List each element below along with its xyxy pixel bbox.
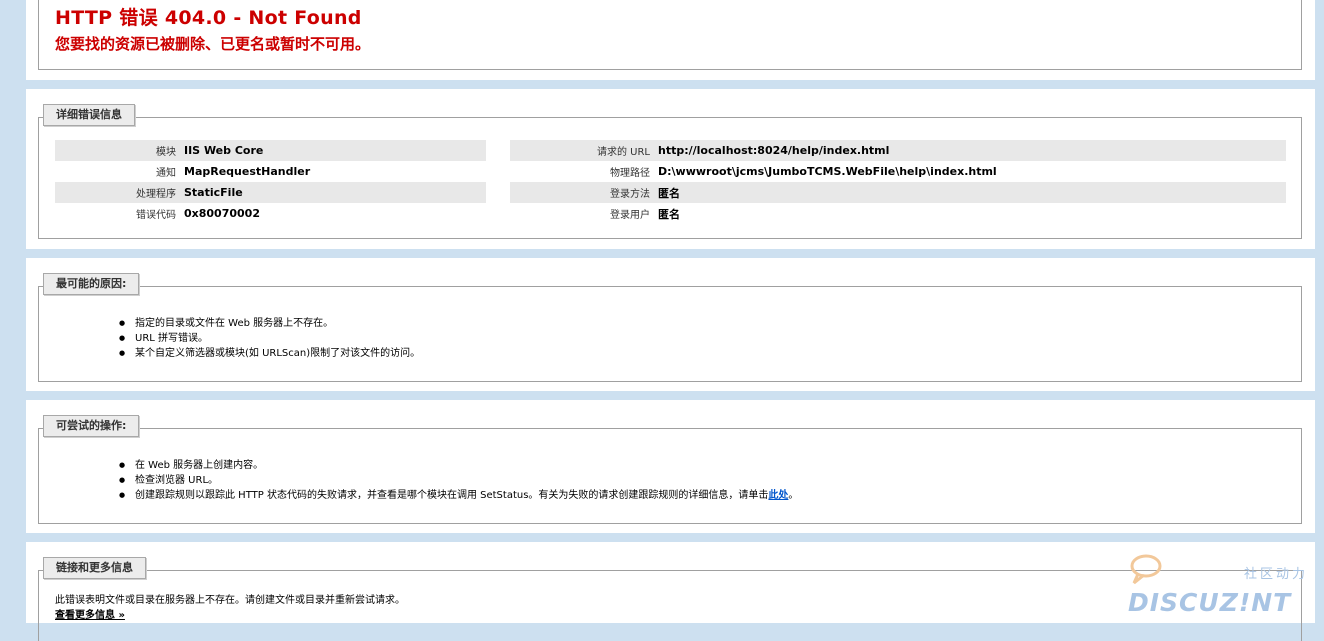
row-label: 处理程序: [55, 182, 184, 203]
table-row: 物理路径 D:\wwwroot\jcms\JumboTCMS.WebFile\h…: [510, 161, 1286, 182]
header-panel: HTTP 错误 404.0 - Not Found 您要找的资源已被删除、已更名…: [26, 0, 1315, 80]
discuz-watermark: 社区动力 DISCUZ!NT: [1128, 553, 1308, 617]
row-label: 请求的 URL: [510, 140, 658, 161]
list-item: 指定的目录或文件在 Web 服务器上不存在。: [119, 316, 420, 331]
actions-fieldset: 可尝试的操作: 在 Web 服务器上创建内容。 检查浏览器 URL。 创建跟踪规…: [38, 415, 1302, 524]
links-text: 此错误表明文件或目录在服务器上不存在。请创建文件或目录并重新尝试请求。: [55, 595, 405, 606]
trace-rule-link[interactable]: 此处: [768, 490, 788, 501]
watermark-text: DISCUZ!NT: [1128, 588, 1292, 617]
links-legend: 链接和更多信息: [43, 557, 146, 579]
causes-list: 指定的目录或文件在 Web 服务器上不存在。 URL 拼写错误。 某个自定义筛选…: [119, 316, 420, 361]
more-info-link[interactable]: 查看更多信息 »: [55, 606, 125, 621]
links-fieldset: 链接和更多信息 此错误表明文件或目录在服务器上不存在。请创建文件或目录并重新尝试…: [38, 557, 1302, 641]
links-panel: 链接和更多信息 此错误表明文件或目录在服务器上不存在。请创建文件或目录并重新尝试…: [26, 542, 1315, 641]
row-value: 匿名: [658, 207, 680, 221]
speech-bubble-icon: [1130, 554, 1162, 585]
watermark-cn: 社区动力: [1243, 567, 1308, 582]
table-row: 模块 IIS Web Core: [55, 140, 486, 161]
causes-panel: 最可能的原因: 指定的目录或文件在 Web 服务器上不存在。 URL 拼写错误。…: [26, 258, 1315, 391]
row-value: D:\wwwroot\jcms\JumboTCMS.WebFile\help\i…: [658, 165, 997, 178]
actions-legend: 可尝试的操作:: [43, 415, 140, 437]
table-row: 通知 MapRequestHandler: [55, 161, 486, 182]
error-title: HTTP 错误 404.0 - Not Found: [55, 7, 362, 29]
detail-legend: 详细错误信息: [43, 104, 135, 126]
row-label: 通知: [156, 168, 176, 179]
table-row: 错误代码 0x80070002: [55, 203, 486, 224]
causes-fieldset: 最可能的原因: 指定的目录或文件在 Web 服务器上不存在。 URL 拼写错误。…: [38, 273, 1302, 382]
causes-legend: 最可能的原因:: [43, 273, 140, 295]
list-item: 创建跟踪规则以跟踪此 HTTP 状态代码的失败请求，并查看是哪个模块在调用 Se…: [119, 488, 798, 503]
detail-right-table: 请求的 URL http://localhost:8024/help/index…: [510, 140, 1286, 224]
detail-fieldset: 详细错误信息 模块 IIS Web Core 通知 MapRequestHand…: [38, 104, 1302, 239]
list-item: 检查浏览器 URL。: [119, 473, 798, 488]
list-item: 在 Web 服务器上创建内容。: [119, 458, 798, 473]
row-label: 登录方法: [510, 182, 658, 203]
list-item: 某个自定义筛选器或模块(如 URLScan)限制了对该文件的访问。: [119, 346, 420, 361]
table-row: 登录方法 匿名: [510, 182, 1286, 203]
trace-rule-suffix: 。: [788, 490, 799, 501]
actions-panel: 可尝试的操作: 在 Web 服务器上创建内容。 检查浏览器 URL。 创建跟踪规…: [26, 400, 1315, 533]
detail-left-table: 模块 IIS Web Core 通知 MapRequestHandler 处理程…: [55, 140, 486, 224]
table-row: 登录用户 匿名: [510, 203, 1286, 224]
table-row: 请求的 URL http://localhost:8024/help/index…: [510, 140, 1286, 161]
header-box: HTTP 错误 404.0 - Not Found 您要找的资源已被删除、已更名…: [38, 0, 1302, 70]
row-label: 模块: [55, 140, 184, 161]
row-value: StaticFile: [184, 182, 486, 203]
row-value: MapRequestHandler: [184, 165, 311, 178]
row-value: 匿名: [658, 182, 1286, 203]
row-value: http://localhost:8024/help/index.html: [658, 140, 1286, 161]
trace-rule-text: 创建跟踪规则以跟踪此 HTTP 状态代码的失败请求，并查看是哪个模块在调用 Se…: [135, 490, 769, 501]
row-label: 错误代码: [136, 210, 176, 221]
error-subtitle: 您要找的资源已被删除、已更名或暂时不可用。: [55, 35, 371, 53]
row-label: 登录用户: [610, 210, 650, 221]
row-value: 0x80070002: [184, 207, 260, 220]
detail-panel: 详细错误信息 模块 IIS Web Core 通知 MapRequestHand…: [26, 89, 1315, 249]
row-value: IIS Web Core: [184, 140, 486, 161]
actions-list: 在 Web 服务器上创建内容。 检查浏览器 URL。 创建跟踪规则以跟踪此 HT…: [119, 458, 798, 503]
table-row: 处理程序 StaticFile: [55, 182, 486, 203]
list-item: URL 拼写错误。: [119, 331, 420, 346]
row-label: 物理路径: [610, 168, 650, 179]
